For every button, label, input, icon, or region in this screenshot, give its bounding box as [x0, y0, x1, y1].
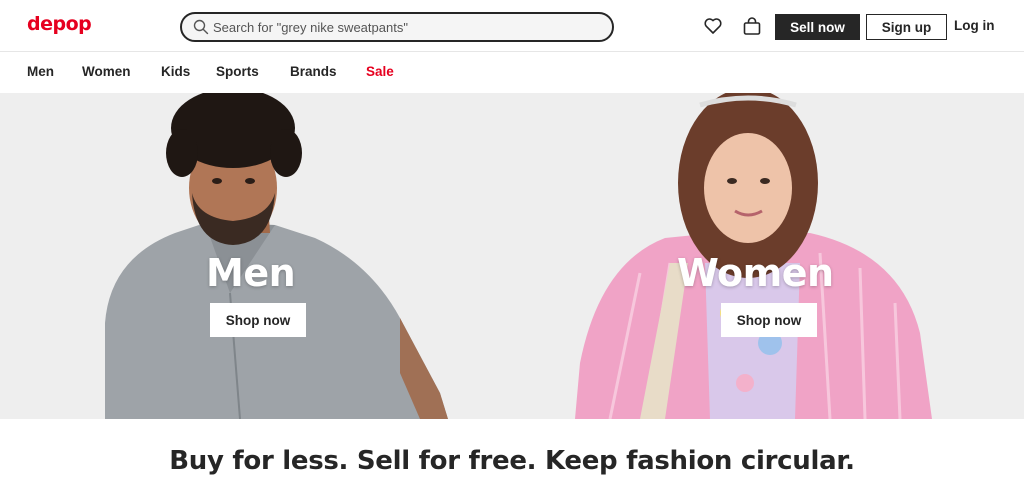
- shopping-bag-icon[interactable]: [742, 16, 762, 36]
- nav-item-men[interactable]: Men: [27, 64, 54, 79]
- search-bar[interactable]: [180, 12, 614, 42]
- men-hero-title: Men: [206, 251, 296, 295]
- top-bar: depop Sell now Sign up Log in: [0, 0, 1024, 52]
- heart-icon[interactable]: [703, 16, 723, 36]
- women-hero-title: Women: [677, 251, 834, 295]
- search-icon: [193, 19, 209, 35]
- nav-item-sports[interactable]: Sports: [216, 64, 259, 79]
- search-input[interactable]: [213, 17, 603, 37]
- shop-women-button[interactable]: Shop now: [721, 303, 817, 337]
- shop-men-button[interactable]: Shop now: [210, 303, 306, 337]
- nav-item-women[interactable]: Women: [82, 64, 131, 79]
- tagline-heading: Buy for less. Sell for free. Keep fashio…: [169, 446, 855, 476]
- nav-item-kids[interactable]: Kids: [161, 64, 190, 79]
- nav-item-brands[interactable]: Brands: [290, 64, 337, 79]
- depop-logo[interactable]: depop: [27, 13, 92, 35]
- sell-now-button[interactable]: Sell now: [775, 14, 860, 40]
- category-nav: Men Women Kids Sports Brands Sale: [0, 52, 1024, 93]
- log-in-link[interactable]: Log in: [954, 18, 995, 33]
- nav-item-sale[interactable]: Sale: [366, 64, 394, 79]
- sign-up-button[interactable]: Sign up: [866, 14, 947, 40]
- hero-banner: Men Shop now Women Shop now: [0, 93, 1024, 419]
